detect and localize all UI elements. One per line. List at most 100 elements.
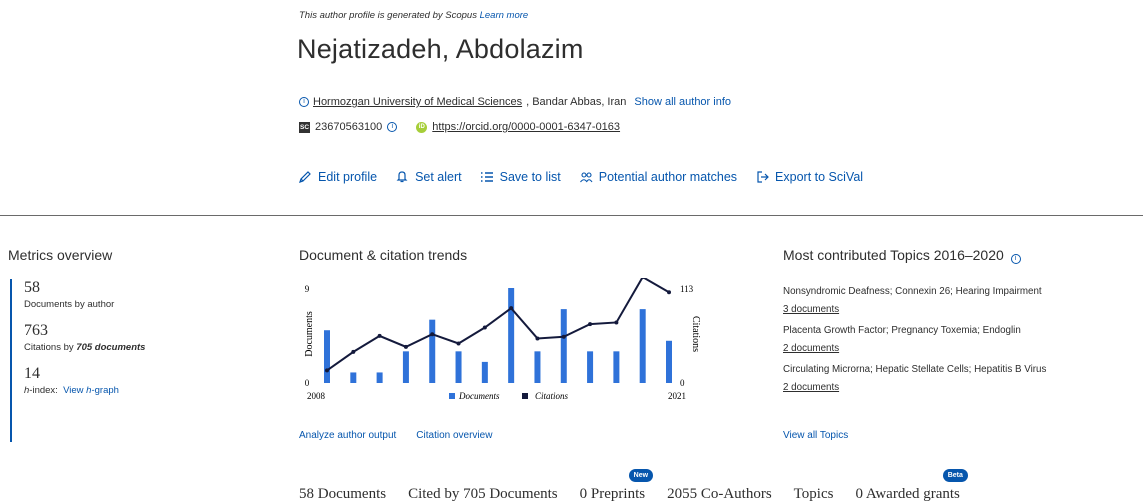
y-left-max-tick: 9 [305, 284, 310, 294]
view-all-topics-link[interactable]: View all Topics [783, 430, 848, 441]
set-alert-button[interactable]: Set alert [395, 170, 462, 184]
orcid-link[interactable]: https://orcid.org/0000-0001-6347-0163 [432, 121, 620, 133]
affiliation-row: i Hormozgan University of Medical Scienc… [299, 96, 731, 108]
tab-preprints[interactable]: 0 Preprints New [580, 469, 654, 503]
documents-bars [324, 288, 672, 383]
potential-author-matches-label: Potential author matches [598, 170, 738, 184]
tab-documents[interactable]: 58 Documents [299, 486, 386, 503]
documents-legend-swatch [449, 393, 455, 399]
documents-bar [402, 351, 409, 383]
y-left-min-tick: 0 [305, 378, 310, 388]
y-right-max-tick: 113 [680, 284, 694, 294]
set-alert-label: Set alert [415, 170, 462, 184]
tab-label: Topics [793, 486, 834, 502]
institution-link[interactable]: Hormozgan University of Medical Sciences [313, 96, 522, 108]
citations-point [588, 322, 593, 327]
documents-bar [639, 309, 646, 383]
x-last-tick: 2021 [668, 391, 686, 401]
citations-point [509, 306, 514, 311]
topic-item: Placenta Growth Factor; Pregnancy Toxemi… [783, 325, 1103, 354]
documents-bar [666, 340, 672, 383]
learn-more-link[interactable]: Learn more [480, 10, 529, 21]
author-name: Nejatizadeh, Abdolazim [297, 34, 584, 64]
documents-count: 58 [24, 279, 40, 296]
citations-legend-label: Citations [535, 391, 569, 401]
documents-legend-label: Documents [458, 391, 500, 401]
pencil-icon [299, 171, 311, 183]
new-badge: New [628, 469, 654, 482]
citations-legend-swatch [522, 393, 528, 399]
scopus-id-icon: SC [299, 121, 310, 133]
notice-text: This author profile is generated by Scop… [299, 10, 477, 21]
documents-bar [376, 372, 383, 383]
tab-cited-by[interactable]: Cited by 705 Documents [408, 486, 558, 503]
trends-chart: 9 0 113 0 Documents Citations 2008 2021 … [304, 278, 701, 401]
topic-documents-link[interactable]: 3 documents [783, 304, 1103, 315]
citations-point [614, 320, 619, 325]
edit-profile-button[interactable]: Edit profile [298, 170, 377, 184]
hindex-metric: 14 h-index: View h-graph [24, 365, 184, 396]
hindex-value: 14 [24, 365, 40, 382]
tab-label: 2055 Co-Authors [667, 486, 772, 502]
citations-point [430, 332, 435, 337]
documents-bar [455, 351, 462, 383]
documents-bar [324, 330, 330, 383]
tab-co-authors[interactable]: 2055 Co-Authors [667, 486, 772, 503]
topic-name: Nonsyndromic Deafness; Connexin 26; Hear… [783, 286, 1042, 297]
documents-bar [587, 351, 594, 383]
metrics-overview-title: Metrics overview [8, 247, 113, 263]
analyze-author-output-link[interactable]: Analyze author output [299, 430, 396, 441]
topic-name: Placenta Growth Factor; Pregnancy Toxemi… [783, 325, 1021, 336]
topic-name: Circulating Microrna; Hepatic Stellate C… [783, 364, 1047, 375]
save-to-list-button[interactable]: Save to list [480, 170, 561, 184]
topics-list: Nonsyndromic Deafness; Connexin 26; Hear… [783, 286, 1103, 403]
citations-point [482, 325, 487, 330]
citations-point [351, 349, 356, 354]
citations-point [667, 290, 671, 295]
edit-profile-label: Edit profile [318, 170, 378, 184]
save-to-list-label: Save to list [499, 170, 561, 184]
profile-notice: This author profile is generated by Scop… [299, 10, 528, 21]
beta-badge: Beta [942, 469, 968, 482]
tab-label: Cited by 705 Documents [408, 486, 558, 502]
topic-item: Circulating Microrna; Hepatic Stellate C… [783, 364, 1103, 393]
documents-bar [560, 309, 567, 383]
bell-icon [396, 171, 408, 183]
documents-metric: 58 Documents by author [24, 279, 184, 310]
topic-item: Nonsyndromic Deafness; Connexin 26; Hear… [783, 286, 1103, 315]
profile-actions: Edit profile Set alert Save to list Pote… [298, 170, 881, 184]
citations-count: 763 [24, 322, 48, 339]
potential-author-matches-button[interactable]: Potential author matches [579, 170, 737, 184]
export-icon [757, 171, 769, 183]
show-all-author-info-link[interactable]: Show all author info [634, 96, 731, 108]
documents-bar [350, 372, 357, 383]
view-h-graph-link[interactable]: View h-graph [63, 385, 119, 396]
identifier-row: SC 23670563100 i iD https://orcid.org/00… [299, 121, 620, 133]
topic-documents-link[interactable]: 2 documents [783, 343, 1103, 354]
documents-bar [481, 361, 488, 383]
citation-overview-link[interactable]: Citation overview [416, 430, 492, 441]
hindex-label: h-index: View h-graph [24, 385, 184, 396]
trends-title: Document & citation trends [299, 247, 468, 263]
export-to-scival-label: Export to SciVal [775, 170, 864, 184]
citations-label: Citations by 705 documents [24, 342, 184, 353]
chart-legend: Documents Citations [449, 391, 569, 401]
citations-point [377, 333, 382, 338]
topics-title-text: Most contributed Topics 2016–2020 [783, 247, 1004, 263]
export-to-scival-button[interactable]: Export to SciVal [755, 170, 863, 184]
citations-documents-count: 705 documents [76, 342, 146, 353]
citations-point [456, 341, 461, 346]
tab-awarded-grants[interactable]: 0 Awarded grants Beta [855, 469, 968, 503]
orcid-icon: iD [416, 121, 428, 133]
scopus-id: 23670563100 [315, 121, 383, 133]
topic-documents-link[interactable]: 2 documents [783, 382, 1103, 393]
topics-info-icon[interactable]: i [1010, 254, 1021, 264]
scopus-id-info-icon[interactable]: i [387, 122, 398, 132]
tab-topics[interactable]: Topics [794, 486, 834, 503]
view-h-graph-prefix: View [63, 385, 87, 396]
citations-point [561, 334, 566, 339]
documents-bar [613, 351, 620, 383]
y-left-axis-label: Documents [304, 311, 315, 357]
people-icon [579, 172, 593, 183]
x-first-tick: 2008 [307, 391, 326, 401]
